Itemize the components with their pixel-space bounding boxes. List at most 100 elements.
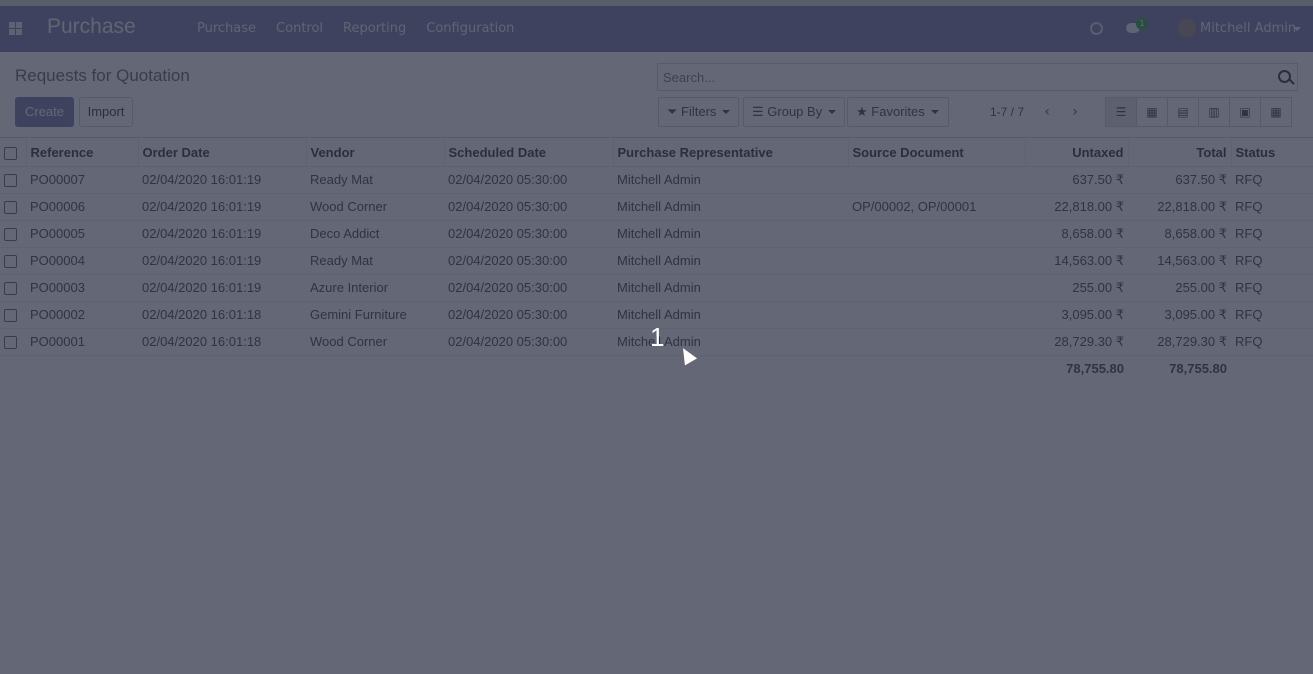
column-reference[interactable]: Reference [26,139,139,167]
cell-total: 28,729.30 ₹ [1128,327,1231,355]
group-by-button[interactable]: ☰ Group By [743,97,845,127]
row-checkbox[interactable] [0,300,26,328]
kanban-view-icon[interactable]: ▦ [1136,97,1168,127]
graph-view-icon[interactable]: ▥ [1198,97,1230,127]
cell-order-date: 02/04/2020 16:01:19 [138,219,306,247]
caret-down-icon [828,110,837,114]
cell-scheduled-date: 02/04/2020 05:30:00 [444,246,613,274]
calendar-view-icon[interactable]: ▣ [1229,97,1261,127]
search-icon[interactable] [1278,70,1291,83]
cell-source-document [848,327,1025,355]
cell-untaxed: 28,729.30 ₹ [1025,327,1128,355]
cell-reference: PO00004 [26,246,138,274]
menu-item-control[interactable]: Control [276,21,323,36]
caret-down-icon [1293,27,1301,31]
cell-scheduled-date: 02/04/2020 05:30:00 [444,219,613,247]
cell-status: RFQ [1231,165,1313,193]
column-order-date[interactable]: Order Date [138,139,307,167]
cell-untaxed: 3,095.00 ₹ [1025,300,1128,328]
cell-source-document [848,273,1025,301]
app-name[interactable]: Purchase [47,15,136,39]
import-button[interactable]: Import [79,97,133,127]
avatar[interactable] [1178,19,1196,37]
cell-representative: Mitchell Admin [613,165,848,193]
caret-down-icon [722,110,731,114]
cell-status: RFQ [1231,300,1313,328]
column-scheduled-date[interactable]: Scheduled Date [444,139,614,167]
table-row[interactable]: PO00007 02/04/2020 16:01:19 Ready Mat 02/04… [0,165,1313,193]
table-row[interactable]: PO00003 02/04/2020 16:01:19 Azure Interior… [0,273,1313,301]
cell-source-document [848,246,1025,274]
search-input[interactable] [663,67,1263,87]
control-panel: Requests for Quotation Create Import ⏷ F… [0,52,1313,138]
create-button[interactable]: Create [15,97,74,127]
table-header-row: Reference Order Date Vendor Scheduled Da… [0,139,1313,167]
column-vendor[interactable]: Vendor [306,139,445,167]
cell-vendor: Gemini Furniture [306,300,444,328]
column-source-document[interactable]: Source Document [848,139,1026,167]
list-view-icon[interactable]: ☰ [1105,97,1137,127]
row-checkbox[interactable] [0,246,26,274]
cell-vendor: Ready Mat [306,165,444,193]
cell-untaxed: 14,563.00 ₹ [1025,246,1128,274]
row-checkbox[interactable] [0,273,26,301]
cell-status: RFQ [1231,219,1313,247]
caret-down-icon [930,110,939,114]
column-untaxed[interactable]: Untaxed [1025,139,1129,167]
cell-source-document [848,165,1025,193]
cell-status: RFQ [1231,273,1313,301]
cell-vendor: Wood Corner [306,192,444,220]
cell-untaxed: 22,818.00 ₹ [1025,192,1128,220]
cell-order-date: 02/04/2020 16:01:19 [138,246,306,274]
cell-total: 637.50 ₹ [1128,165,1231,193]
cell-source-document [848,300,1025,328]
cell-representative: Mitchell Admin [613,327,848,355]
search-bar [657,63,1298,91]
cell-reference: PO00005 [26,219,138,247]
menu-item-purchase[interactable]: Purchase [197,21,256,36]
table-row[interactable]: PO00004 02/04/2020 16:01:19 Ready Mat 02/04… [0,246,1313,274]
main-menu: Purchase Control Reporting Configuration [197,21,534,36]
row-checkbox[interactable] [0,219,26,247]
activity-view-icon[interactable]: ▦ [1260,97,1292,127]
cell-vendor: Deco Addict [306,219,444,247]
favorites-label: Favorites [871,104,925,119]
cell-representative: Mitchell Admin [613,219,848,247]
column-purchase-representative[interactable]: Purchase Representative [613,139,849,167]
cell-order-date: 02/04/2020 16:01:19 [138,192,306,220]
cell-reference: PO00003 [26,273,138,301]
table-row[interactable]: PO00005 02/04/2020 16:01:19 Deco Addict 02/… [0,219,1313,247]
cell-total: 14,563.00 ₹ [1128,246,1231,274]
column-status[interactable]: Status [1231,139,1313,167]
favorites-button[interactable]: ★ Favorites [847,97,949,127]
cell-order-date: 02/04/2020 16:01:19 [138,273,306,301]
pager-value[interactable]: 1-7 / 7 [990,105,1024,119]
user-menu[interactable]: Mitchell Admin [1200,21,1296,36]
cell-order-date: 02/04/2020 16:01:19 [138,165,306,193]
row-checkbox[interactable] [0,165,26,193]
chevron-left-icon[interactable]: ‹ [1042,105,1052,119]
star-icon: ★ [856,104,868,119]
total-total: 78,755.80 [1128,354,1231,382]
view-switcher: ☰ ▦ ▤ ▥ ▣ ▦ [1105,97,1292,127]
pivot-view-icon[interactable]: ▤ [1167,97,1199,127]
cell-total: 8,658.00 ₹ [1128,219,1231,247]
total-untaxed: 78,755.80 [1025,354,1128,382]
cell-representative: Mitchell Admin [613,192,848,220]
group-by-label: Group By [767,104,823,119]
apps-icon[interactable] [9,22,22,35]
chevron-right-icon[interactable]: › [1070,105,1080,119]
row-checkbox[interactable] [0,192,26,220]
cell-source-document [848,219,1025,247]
menu-item-reporting[interactable]: Reporting [343,21,406,36]
column-total[interactable]: Total [1128,139,1232,167]
filters-button[interactable]: ⏷ Filters [658,97,739,127]
table-row[interactable]: PO00006 02/04/2020 16:01:19 Wood Corner 02/… [0,192,1313,220]
activity-icon[interactable] [1090,22,1103,35]
cell-scheduled-date: 02/04/2020 05:30:00 [444,192,613,220]
cell-reference: PO00006 [26,192,138,220]
select-all-checkbox[interactable] [0,139,27,167]
row-checkbox[interactable] [0,327,26,355]
menu-item-configuration[interactable]: Configuration [426,21,514,36]
cell-representative: Mitchell Admin [613,300,848,328]
